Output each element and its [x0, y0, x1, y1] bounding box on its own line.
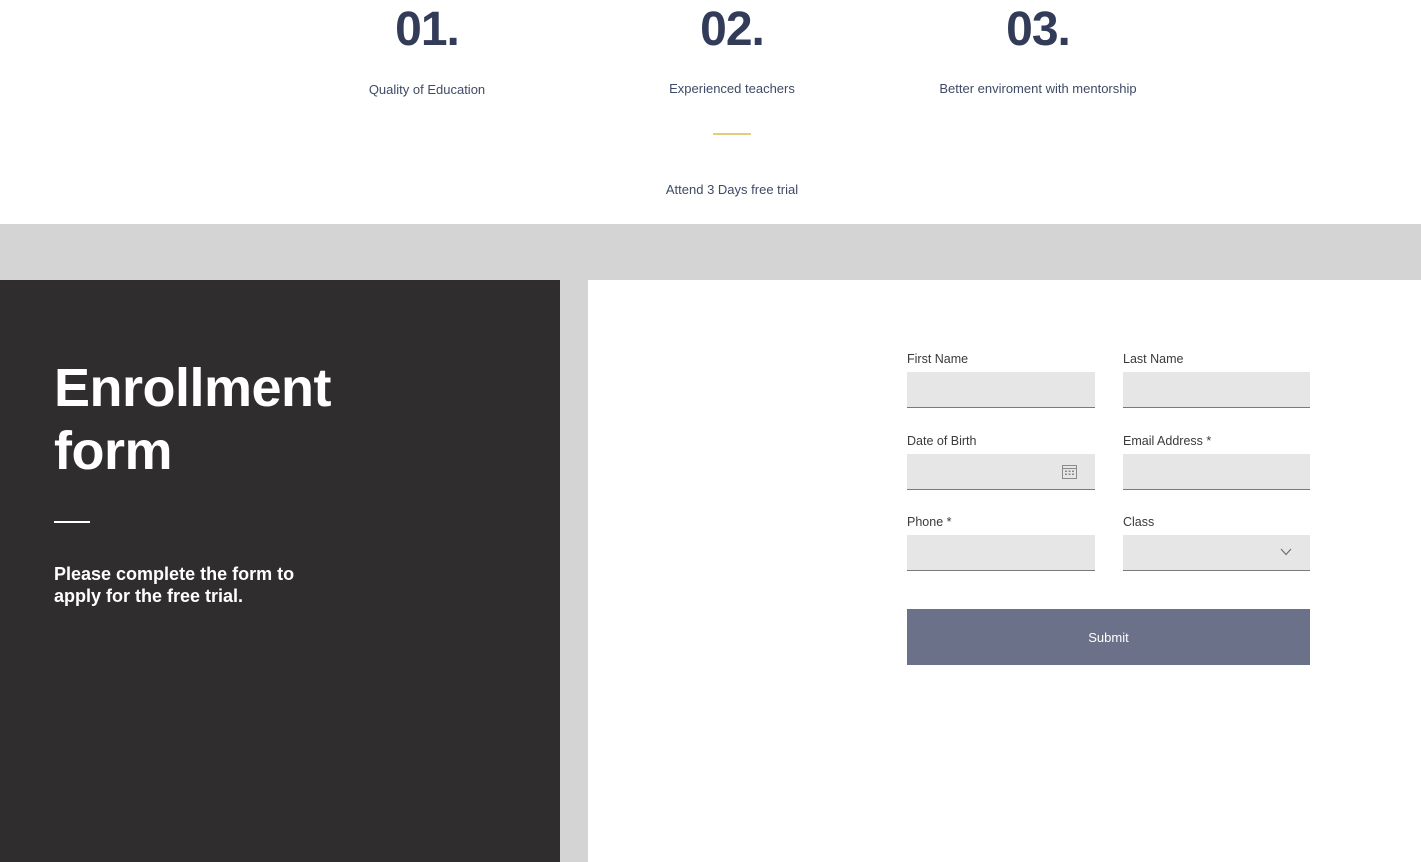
- features-section: 01. Quality of Education 02. Experienced…: [0, 0, 1421, 224]
- last-name-box: [1123, 372, 1310, 408]
- title-divider: [54, 521, 90, 523]
- class-select[interactable]: [1123, 535, 1310, 571]
- page: 01. Quality of Education 02. Experienced…: [0, 0, 1421, 862]
- email-address-group: Email Address *: [1123, 433, 1310, 490]
- enrollment-form-panel: First Name Last Name Date of Birth Email…: [588, 280, 1421, 862]
- last-name-group: Last Name: [1123, 351, 1310, 408]
- date-of-birth-box: [907, 454, 1095, 490]
- chevron-down-icon[interactable]: [1280, 548, 1292, 556]
- first-name-input[interactable]: [907, 372, 1095, 407]
- last-name-label: Last Name: [1123, 352, 1184, 366]
- email-address-box: [1123, 454, 1310, 490]
- gold-divider: [713, 133, 751, 135]
- first-name-box: [907, 372, 1095, 408]
- first-name-group: First Name: [907, 351, 1095, 408]
- feature-label: Better enviroment with mentorship: [939, 81, 1137, 96]
- free-trial-text: Attend 3 Days free trial: [665, 182, 799, 197]
- feature-number: 03.: [1006, 3, 1071, 56]
- phone-input[interactable]: [907, 535, 1095, 570]
- class-label: Class: [1123, 515, 1155, 529]
- feature-item: 01. Quality of Education: [277, 0, 577, 98]
- phone-group: Phone *: [907, 514, 1095, 571]
- enrollment-title-line1: Enrollment: [54, 358, 332, 418]
- class-group: Class: [1123, 514, 1310, 571]
- enrollment-subtitle: Please complete the form to apply for th…: [54, 564, 295, 606]
- first-name-label: First Name: [907, 352, 969, 366]
- feature-number: 01.: [395, 3, 460, 56]
- phone-label: Phone *: [907, 515, 952, 529]
- email-address-input[interactable]: [1123, 454, 1310, 489]
- enrollment-info-panel: Enrollment form Please complete the form…: [0, 280, 560, 862]
- enrollment-title: Enrollment form: [54, 357, 474, 483]
- date-of-birth-group: Date of Birth: [907, 433, 1095, 490]
- calendar-icon[interactable]: [1062, 464, 1077, 479]
- feature-label: Quality of Education: [368, 82, 486, 97]
- phone-box: [907, 535, 1095, 571]
- date-of-birth-label: Date of Birth: [907, 434, 977, 448]
- feature-label: Experienced teachers: [669, 81, 795, 96]
- feature-item: 02. Experienced teachers: [582, 0, 882, 97]
- feature-number: 02.: [700, 3, 765, 56]
- submit-button[interactable]: Submit: [907, 609, 1310, 665]
- last-name-input[interactable]: [1123, 372, 1310, 407]
- email-address-label: Email Address *: [1123, 434, 1212, 448]
- feature-item: 03. Better enviroment with mentorship: [888, 0, 1188, 97]
- enrollment-title-line2: form: [54, 421, 173, 481]
